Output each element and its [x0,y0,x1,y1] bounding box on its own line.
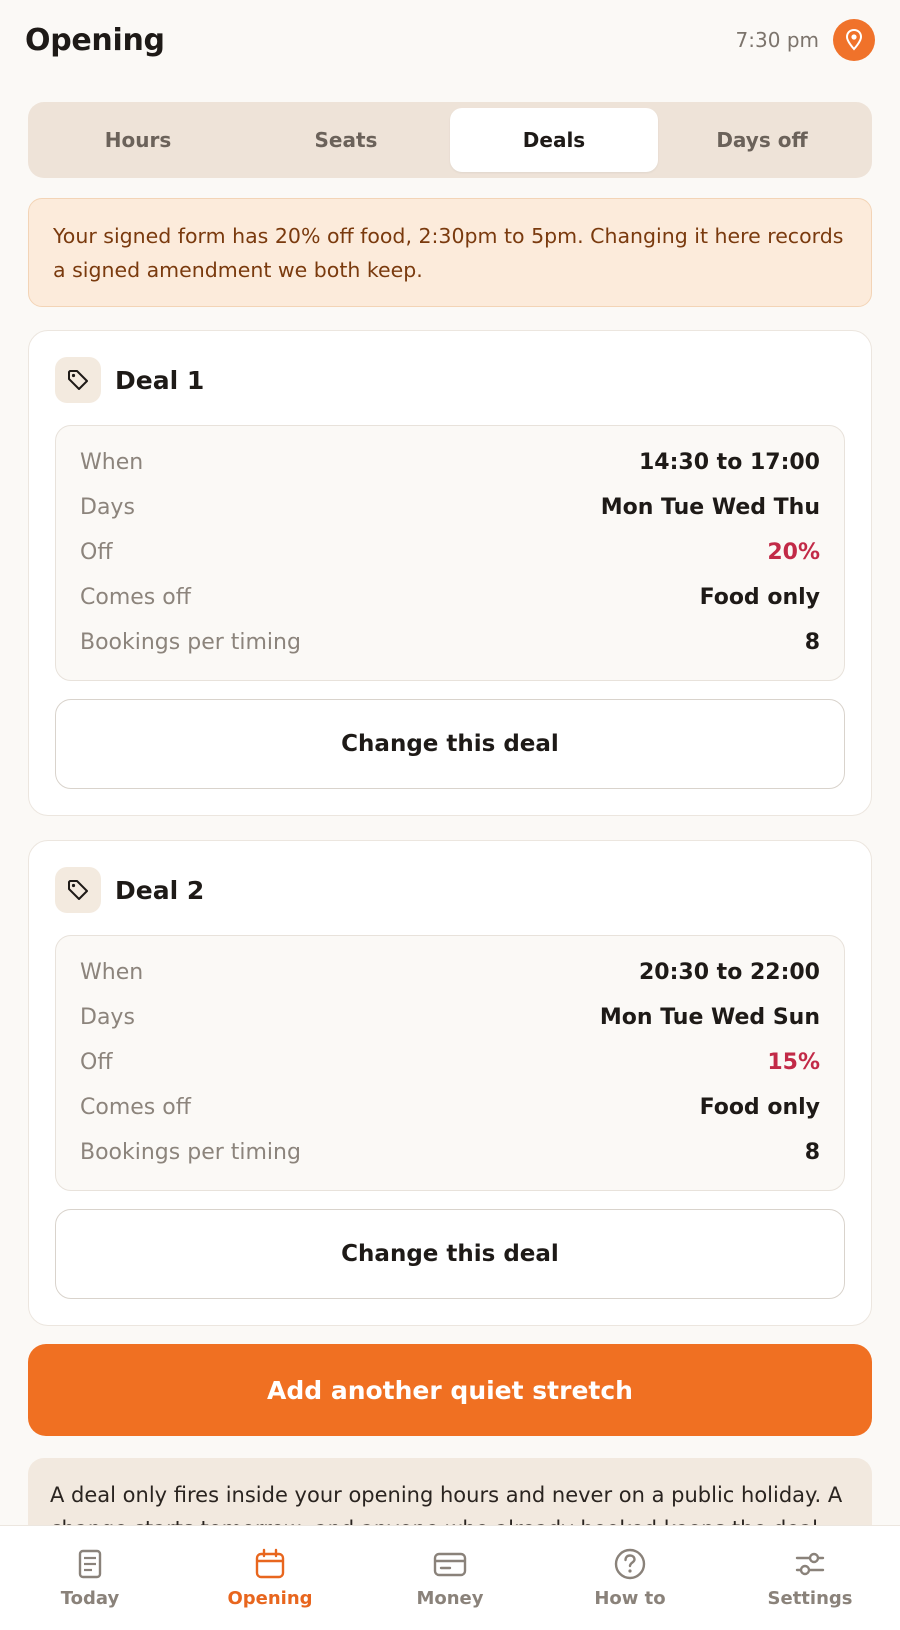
detail-value: Food only [699,585,820,610]
detail-label: When [80,450,144,475]
deal-card-2: Deal 2 When 20:30 to 22:00 Days Mon Tue … [28,840,872,1326]
detail-row-when: When 14:30 to 17:00 [80,440,820,485]
detail-value: Food only [699,1095,820,1120]
detail-row-off: Off 20% [80,530,820,575]
change-deal-button[interactable]: Change this deal [55,699,845,789]
change-deal-button[interactable]: Change this deal [55,1209,845,1299]
deal-card-1: Deal 1 When 14:30 to 17:00 Days Mon Tue … [28,330,872,816]
calendar-icon [255,1548,285,1579]
detail-label: Comes off [80,585,191,610]
discount-value: 20% [767,540,820,565]
card-icon [433,1552,467,1577]
deal-details: When 20:30 to 22:00 Days Mon Tue Wed Sun… [55,935,845,1191]
header-right: 7:30 pm [736,19,875,61]
section-tabs: Hours Seats Deals Days off [28,102,872,178]
nav-item-how-to[interactable]: How to [540,1526,720,1630]
avatar[interactable] [833,19,875,61]
detail-value: 14:30 to 17:00 [638,450,820,475]
discount-value: 15% [767,1050,820,1075]
today-icon [78,1549,102,1579]
deal-title: Deal 1 [115,365,205,395]
detail-label: Off [80,1050,113,1075]
detail-row-off: Off 15% [80,1040,820,1085]
sliders-icon [795,1552,825,1576]
nav-label: Settings [767,1588,853,1609]
bottom-nav: Today Opening Money How to Settings [0,1525,900,1630]
clock-text: 7:30 pm [735,28,819,52]
detail-row-comes-off: Comes off Food only [80,1085,820,1130]
signed-form-notice: Your signed form has 20% off food, 2:30p… [28,198,872,307]
nav-label: Money [416,1588,484,1609]
nav-label: How to [594,1588,666,1609]
detail-label: Bookings per timing [80,1140,301,1165]
help-icon [614,1548,646,1580]
detail-row-when: When 20:30 to 22:00 [80,950,820,995]
detail-label: Days [80,495,135,520]
detail-label: Comes off [80,1095,191,1120]
tag-icon [68,370,88,390]
tab-days-off[interactable]: Days off [658,108,866,172]
tab-deals[interactable]: Deals [450,108,658,172]
tag-icon [68,880,88,900]
detail-value: Mon Tue Wed Sun [599,1005,820,1030]
nav-item-settings[interactable]: Settings [720,1526,900,1630]
nav-item-opening[interactable]: Opening [180,1526,360,1630]
detail-label: Off [80,540,113,565]
detail-row-bookings: Bookings per timing 8 [80,620,820,665]
nav-item-today[interactable]: Today [0,1526,180,1630]
tab-seats[interactable]: Seats [242,108,450,172]
detail-label: Days [80,1005,135,1030]
detail-row-days: Days Mon Tue Wed Sun [80,995,820,1040]
page-title: Opening [25,22,165,58]
detail-row-days: Days Mon Tue Wed Thu [80,485,820,530]
detail-value: 8 [804,630,820,655]
nav-item-money[interactable]: Money [360,1526,540,1630]
add-quiet-stretch-button[interactable]: Add another quiet stretch [28,1344,872,1436]
tag-icon-box [55,357,101,403]
location-pin-icon [845,29,863,51]
nav-label: Opening [227,1588,313,1609]
detail-row-comes-off: Comes off Food only [80,575,820,620]
deal-title: Deal 2 [115,875,205,905]
tab-hours[interactable]: Hours [34,108,242,172]
detail-row-bookings: Bookings per timing 8 [80,1130,820,1175]
tag-icon-box [55,867,101,913]
detail-value: Mon Tue Wed Thu [600,495,820,520]
nav-label: Today [60,1588,120,1609]
detail-value: 20:30 to 22:00 [638,960,820,985]
detail-label: When [80,960,144,985]
app-header: Opening 7:30 pm [0,0,900,80]
detail-value: 8 [804,1140,820,1165]
deal-header: Deal 2 [55,867,204,913]
deal-details: When 14:30 to 17:00 Days Mon Tue Wed Thu… [55,425,845,681]
deal-header: Deal 1 [55,357,204,403]
detail-label: Bookings per timing [80,630,301,655]
